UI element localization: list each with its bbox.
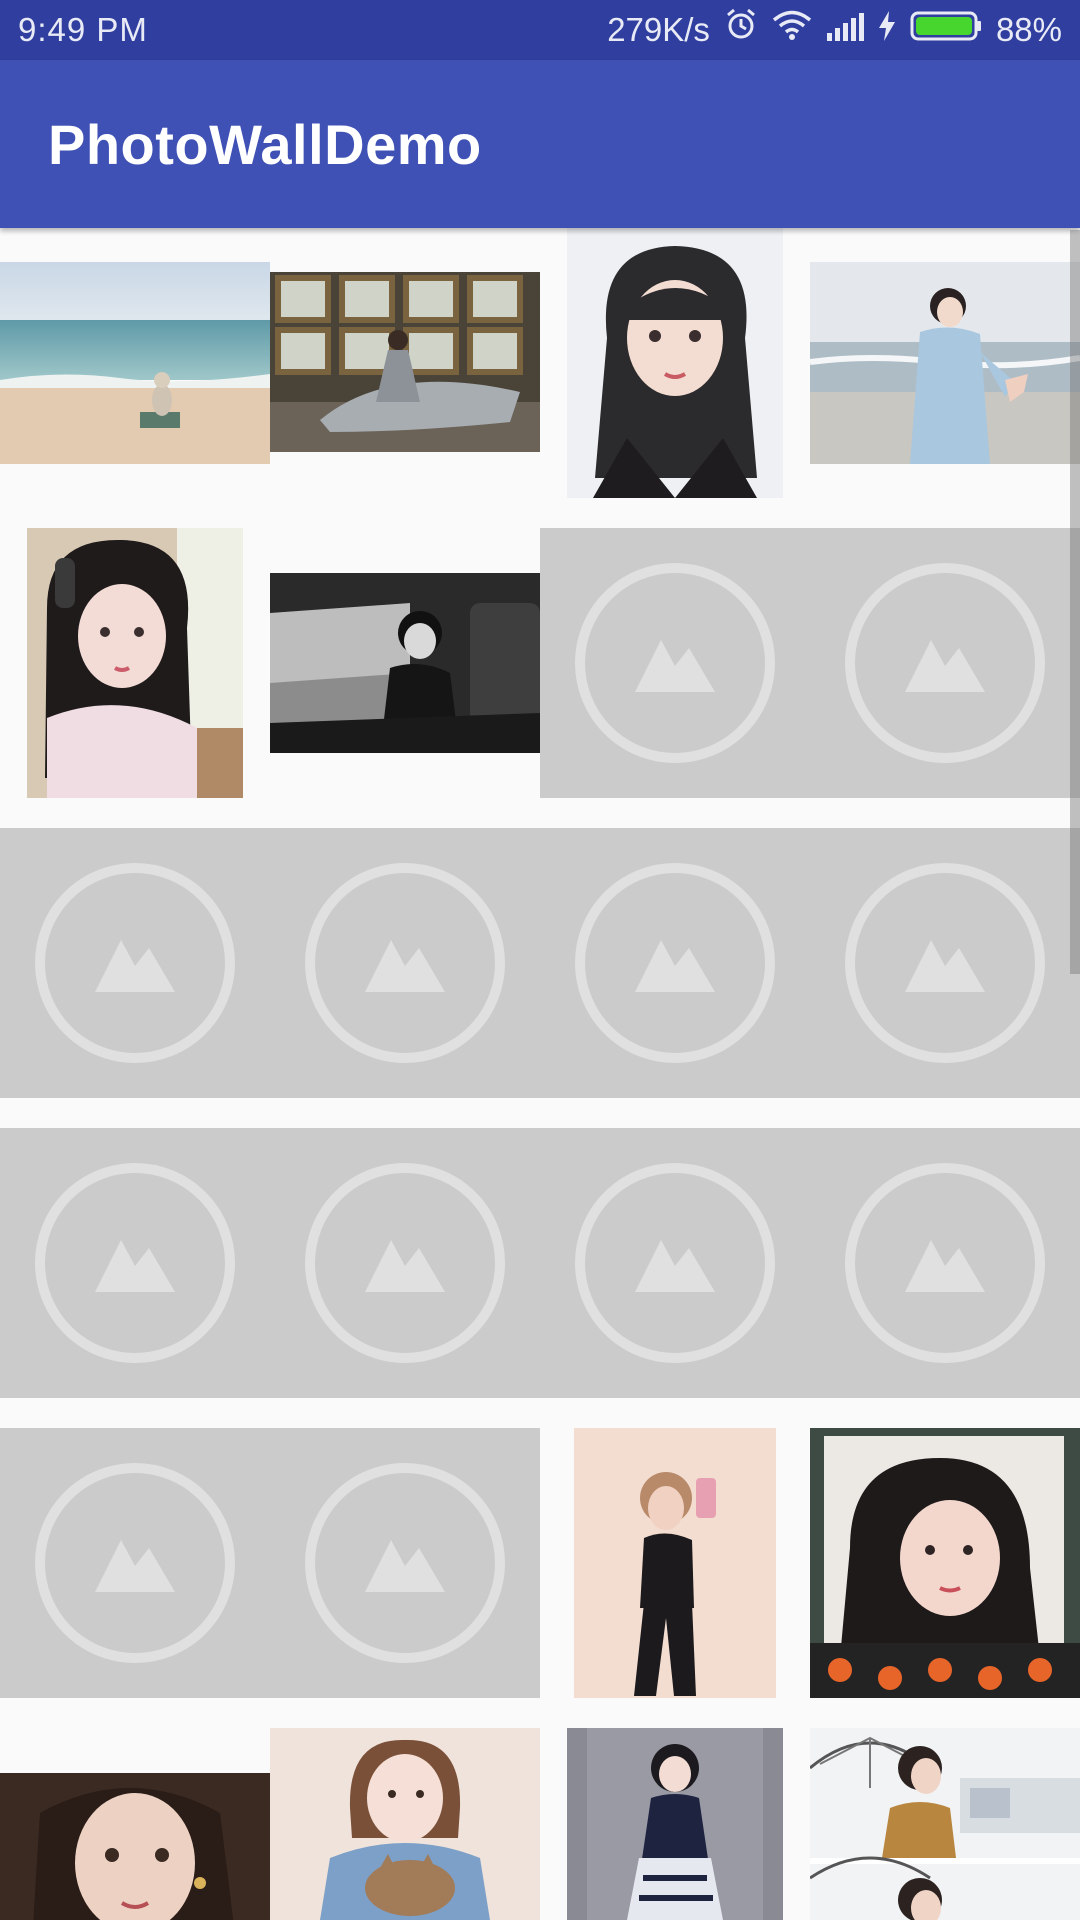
battery-percent: 88% bbox=[995, 11, 1062, 48]
photo-headphones-selfie bbox=[27, 528, 243, 798]
photo-wall-grid[interactable] bbox=[0, 228, 1080, 1920]
photo-pumpkin-frame bbox=[810, 1428, 1080, 1698]
photo-cat-portrait bbox=[270, 1728, 540, 1920]
photo-cell[interactable] bbox=[567, 228, 783, 498]
app-title: PhotoWallDemo bbox=[48, 113, 482, 176]
network-speed: 279K/s bbox=[607, 11, 710, 48]
photo-cell[interactable] bbox=[27, 528, 243, 798]
charging-bolt-icon bbox=[878, 0, 896, 60]
photo-cell[interactable] bbox=[0, 1773, 270, 1920]
alarm-icon bbox=[724, 0, 758, 60]
photo-placeholder-row[interactable] bbox=[0, 828, 1080, 1098]
image-placeholder-icon bbox=[35, 863, 235, 1063]
photo-cell[interactable] bbox=[810, 1728, 1080, 1920]
photo-umbrella-street bbox=[810, 1728, 1080, 1920]
signal-icon bbox=[826, 0, 864, 60]
image-placeholder-icon bbox=[575, 1163, 775, 1363]
photo-window-gown bbox=[270, 272, 540, 452]
image-placeholder-icon bbox=[305, 1463, 505, 1663]
image-placeholder-icon bbox=[575, 863, 775, 1063]
photo-beach bbox=[0, 262, 270, 464]
image-placeholder-icon bbox=[35, 1163, 235, 1363]
photo-train-bw bbox=[270, 573, 540, 753]
photo-cell[interactable] bbox=[567, 1728, 783, 1920]
image-placeholder-icon bbox=[845, 563, 1045, 763]
status-icons: 279K/s 88% bbox=[607, 0, 1062, 60]
image-placeholder-icon bbox=[845, 1163, 1045, 1363]
photo-cell[interactable] bbox=[0, 262, 270, 464]
status-bar: 9:49 PM 279K/s 88% bbox=[0, 0, 1080, 60]
image-placeholder-icon bbox=[575, 563, 775, 763]
photo-cell[interactable] bbox=[574, 1428, 776, 1698]
photo-earring-portrait bbox=[0, 1773, 270, 1920]
photo-mirror-selfie bbox=[574, 1428, 776, 1698]
image-placeholder-icon bbox=[845, 863, 1045, 1063]
battery-icon bbox=[910, 0, 982, 60]
photo-portrait-bangs bbox=[567, 228, 783, 498]
image-placeholder-icon bbox=[305, 1163, 505, 1363]
photo-cell[interactable] bbox=[270, 272, 540, 452]
photo-cell[interactable] bbox=[810, 262, 1080, 464]
photo-lolita-dress bbox=[567, 1728, 783, 1920]
photo-placeholder[interactable] bbox=[540, 528, 1080, 798]
scrollbar[interactable] bbox=[1070, 230, 1080, 974]
image-placeholder-icon bbox=[35, 1463, 235, 1663]
status-time: 9:49 PM bbox=[18, 11, 148, 48]
photo-cell[interactable] bbox=[270, 573, 540, 753]
app-bar: PhotoWallDemo bbox=[0, 60, 1080, 228]
photo-placeholder[interactable] bbox=[0, 1428, 540, 1698]
photo-cell[interactable] bbox=[270, 1728, 540, 1920]
wifi-icon bbox=[772, 0, 812, 60]
image-placeholder-icon bbox=[305, 863, 505, 1063]
photo-placeholder-row[interactable] bbox=[0, 1128, 1080, 1398]
photo-cell[interactable] bbox=[810, 1428, 1080, 1698]
photo-sea-reaching bbox=[810, 262, 1080, 464]
